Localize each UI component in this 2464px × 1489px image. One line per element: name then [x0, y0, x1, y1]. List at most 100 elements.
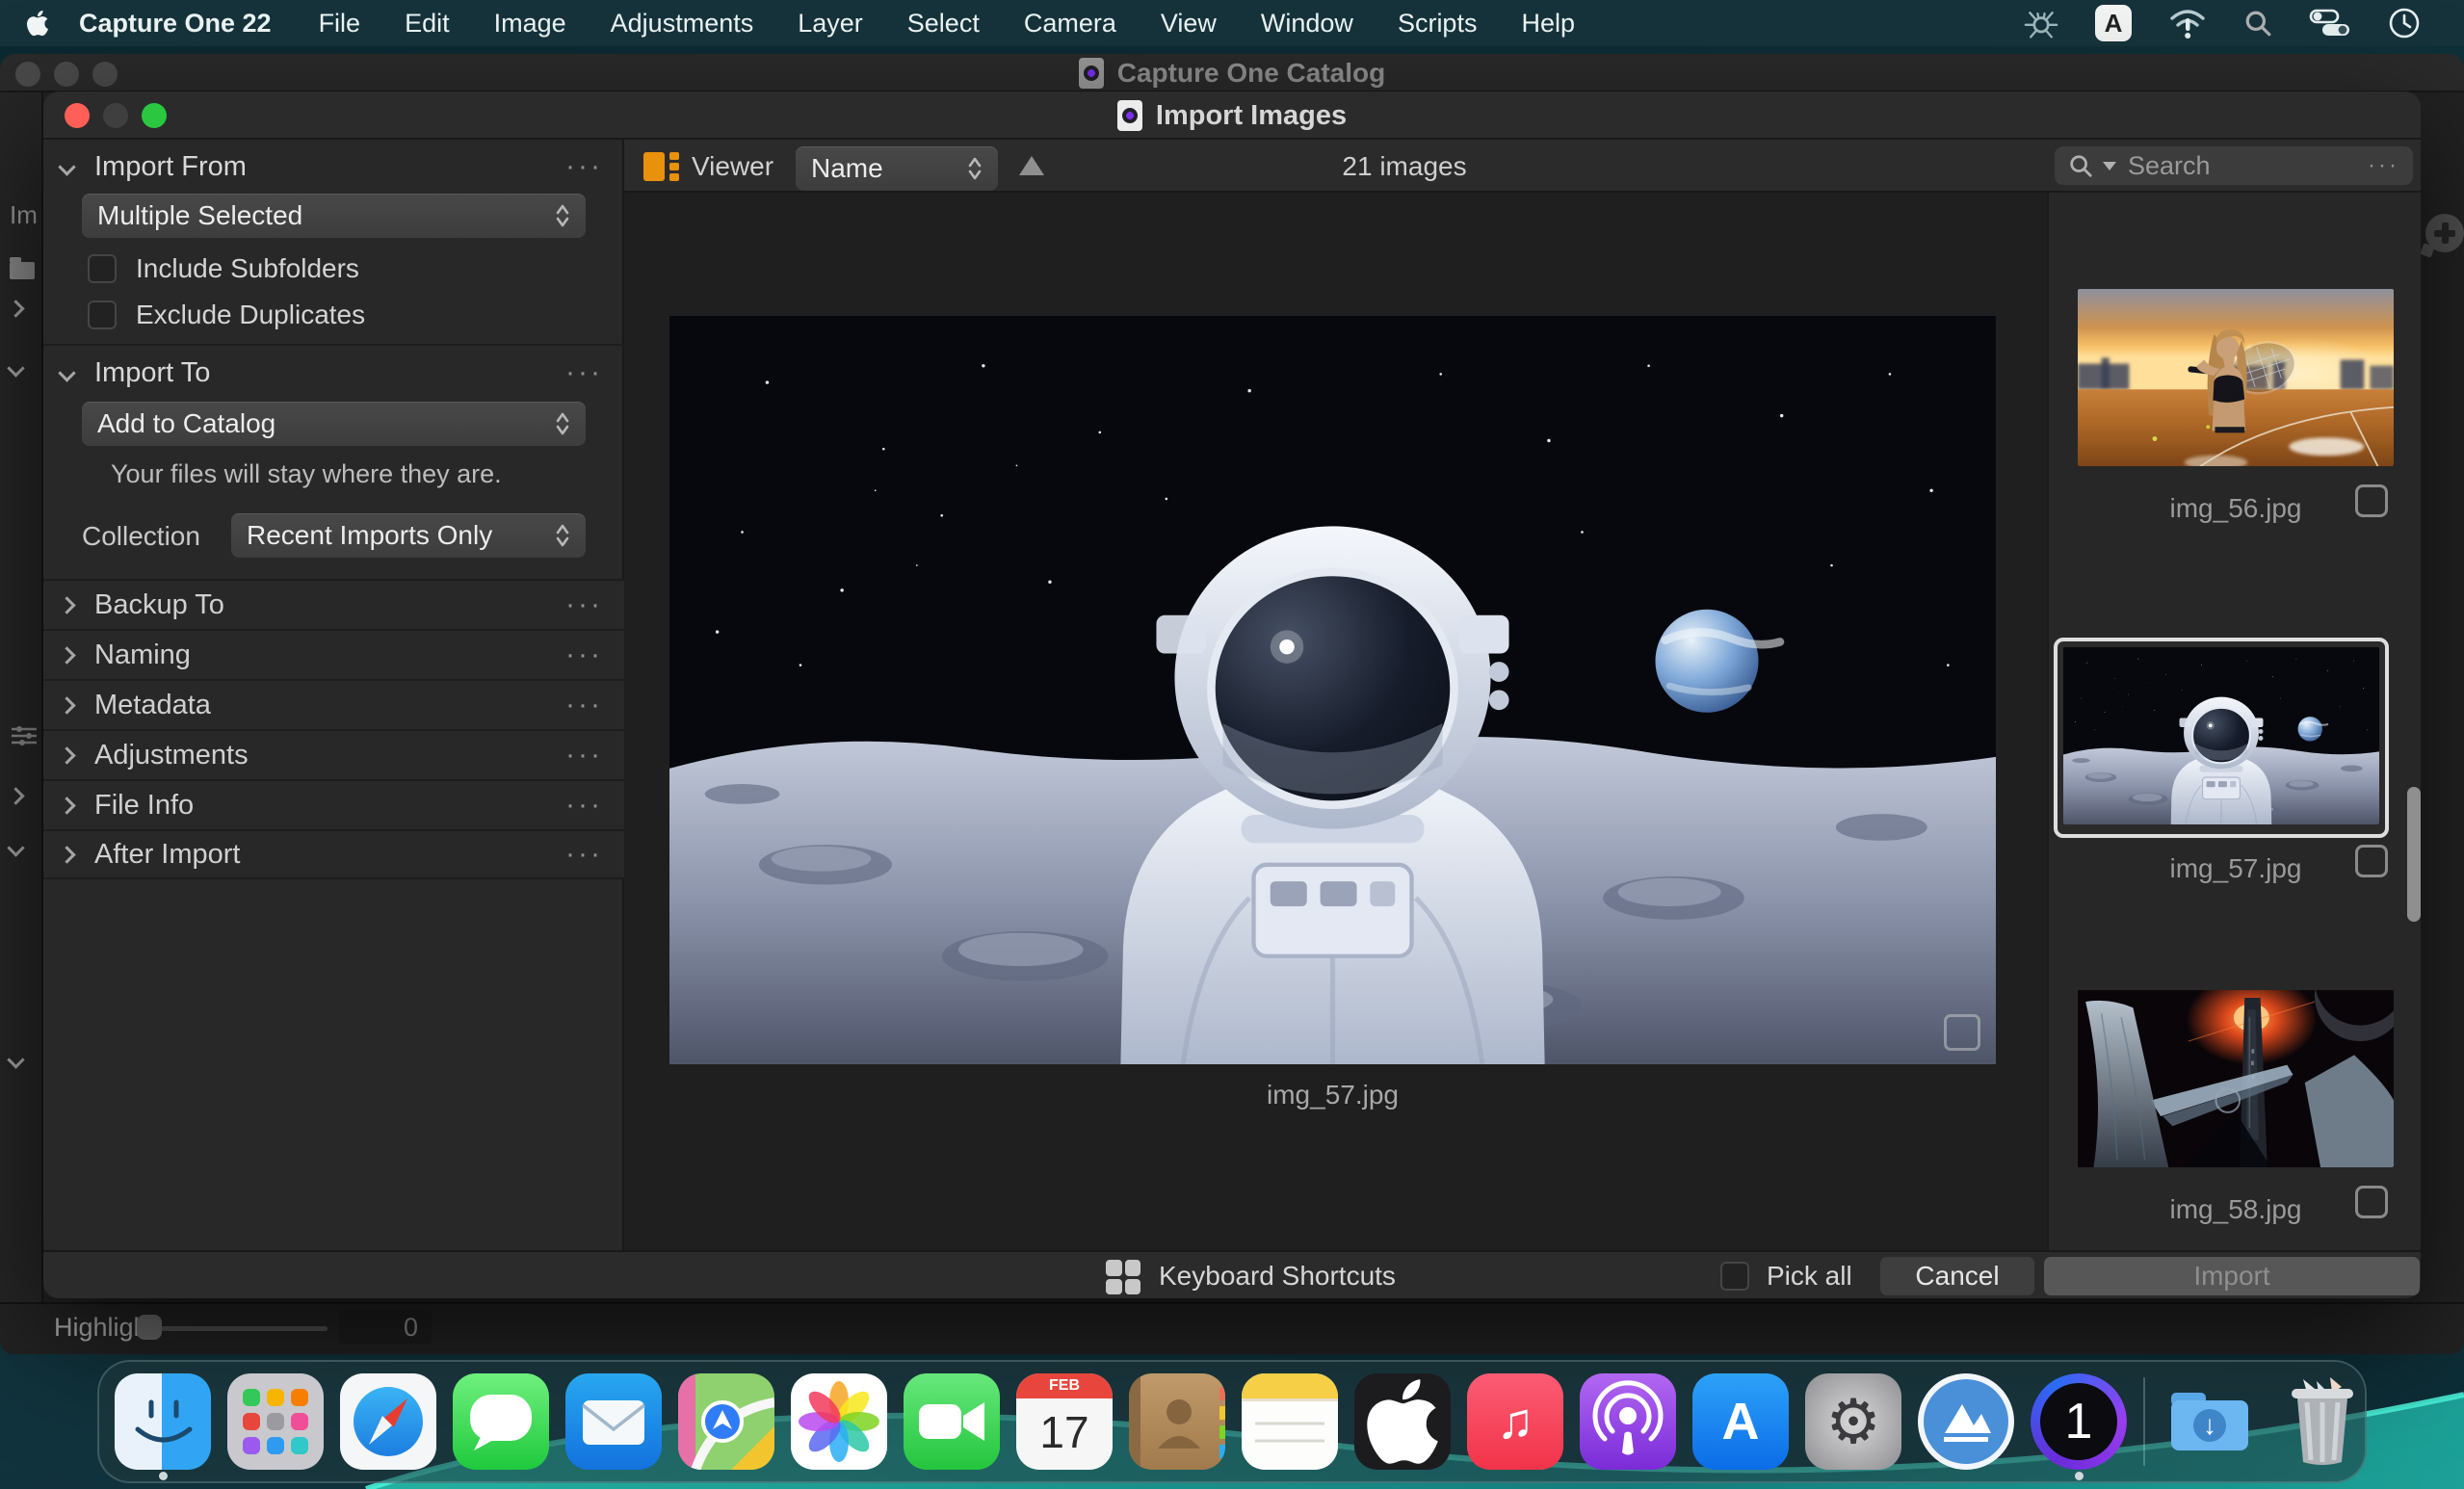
section-import-from[interactable]: Import From ···: [43, 144, 624, 190]
dock-notes-icon[interactable]: [1242, 1373, 1338, 1470]
sliders-icon[interactable]: [10, 724, 39, 747]
menu-select[interactable]: Select: [885, 9, 1002, 39]
section-metadata[interactable]: Metadata ···: [43, 679, 624, 729]
collection-dropdown[interactable]: Recent Imports Only: [231, 513, 586, 558]
section-menu-icon[interactable]: ···: [565, 595, 603, 614]
dock-finder-icon[interactable]: [115, 1373, 211, 1470]
pick-all-checkbox[interactable]: [1720, 1262, 1749, 1291]
menu-adjustments[interactable]: Adjustments: [589, 9, 776, 39]
apple-menu-icon[interactable]: [25, 9, 50, 38]
dock-photos-icon[interactable]: [791, 1373, 887, 1470]
control-center-icon[interactable]: [2309, 9, 2351, 38]
thumbnail-img-57-selected[interactable]: [2054, 638, 2389, 838]
highlight-value[interactable]: 0: [339, 1310, 432, 1345]
antivirus-icon[interactable]: [2024, 6, 2058, 40]
wifi-alert-icon[interactable]: [2168, 7, 2207, 39]
chevron-right-icon[interactable]: [58, 596, 75, 614]
input-source-icon[interactable]: A: [2095, 5, 2132, 41]
dock-app-store-icon[interactable]: A: [1692, 1373, 1789, 1470]
chevron-down-icon[interactable]: [58, 364, 75, 381]
menu-camera[interactable]: Camera: [1002, 9, 1139, 39]
spotlight-icon[interactable]: [2243, 9, 2272, 38]
cancel-button[interactable]: Cancel: [1880, 1257, 2034, 1295]
search-field[interactable]: ···: [2055, 146, 2413, 185]
chevron-right-icon[interactable]: [7, 300, 24, 317]
chevron-down-icon[interactable]: [7, 359, 24, 377]
thumbnail-image[interactable]: [2063, 647, 2379, 824]
dock-music-icon[interactable]: ♫: [1467, 1373, 1563, 1470]
section-menu-icon[interactable]: ···: [565, 695, 603, 715]
section-menu-icon[interactable]: ···: [565, 796, 603, 815]
menu-image[interactable]: Image: [472, 9, 589, 39]
menu-help[interactable]: Help: [1499, 9, 1597, 39]
dock-capture-one-icon[interactable]: 1: [2031, 1373, 2127, 1470]
section-menu-icon[interactable]: ···: [565, 845, 603, 864]
dock-safari-icon[interactable]: [340, 1373, 436, 1470]
section-menu-icon[interactable]: ···: [565, 363, 603, 382]
section-after-import[interactable]: After Import ···: [43, 829, 624, 879]
sort-direction-icon[interactable]: [1019, 156, 1044, 175]
thumbnail-pick-checkbox[interactable]: [2355, 1186, 2388, 1218]
section-naming[interactable]: Naming ···: [43, 629, 624, 679]
add-bubble-icon[interactable]: [2425, 214, 2464, 252]
import-from-dropdown[interactable]: Multiple Selected: [82, 194, 586, 238]
include-subfolders-checkbox[interactable]: [88, 254, 117, 283]
keyboard-shortcuts-icon[interactable]: [1106, 1260, 1140, 1294]
dock-maps-icon[interactable]: [678, 1373, 774, 1470]
highlight-slider-track[interactable]: [144, 1326, 328, 1331]
search-input[interactable]: [2126, 150, 2358, 182]
chevron-right-icon[interactable]: [7, 787, 24, 804]
dock-facetime-icon[interactable]: [904, 1373, 1000, 1470]
dock-mountains-app-icon[interactable]: [1918, 1373, 2014, 1470]
sort-by-dropdown[interactable]: Name: [796, 146, 998, 191]
menu-view[interactable]: View: [1139, 9, 1239, 39]
dock-podcasts-icon[interactable]: [1580, 1373, 1676, 1470]
dock-contacts-icon[interactable]: [1129, 1373, 1225, 1470]
viewer-pick-checkbox[interactable]: [1944, 1014, 1980, 1051]
keyboard-shortcuts-label[interactable]: Keyboard Shortcuts: [1159, 1261, 1396, 1292]
section-menu-icon[interactable]: ···: [565, 645, 603, 665]
chevron-down-icon[interactable]: [7, 839, 24, 856]
section-adjustments[interactable]: Adjustments ···: [43, 729, 624, 779]
folder-icon[interactable]: [10, 262, 35, 279]
clock-icon[interactable]: [2388, 7, 2421, 39]
viewer-image[interactable]: [669, 316, 1996, 1064]
menu-file[interactable]: File: [297, 9, 383, 39]
menu-edit[interactable]: Edit: [382, 9, 472, 39]
section-import-to[interactable]: Import To ···: [43, 350, 624, 396]
thumbnail-pick-checkbox[interactable]: [2355, 845, 2388, 877]
dock-system-preferences-icon[interactable]: ⚙: [1805, 1373, 1901, 1470]
menu-scripts[interactable]: Scripts: [1376, 9, 1500, 39]
dock-downloads-icon[interactable]: ↓: [2162, 1373, 2258, 1470]
dock-mail-icon[interactable]: [565, 1373, 662, 1470]
dock-trash-icon[interactable]: [2274, 1373, 2371, 1470]
menu-window[interactable]: Window: [1239, 9, 1376, 39]
chevron-right-icon[interactable]: [58, 797, 75, 814]
menu-app-name[interactable]: Capture One 22: [50, 9, 297, 39]
chevron-down-icon[interactable]: [7, 1051, 24, 1068]
exclude-duplicates-checkbox[interactable]: [88, 300, 117, 329]
dock-apple-tv-icon[interactable]: tv: [1354, 1373, 1451, 1470]
chevron-right-icon[interactable]: [58, 746, 75, 764]
menu-layer[interactable]: Layer: [775, 9, 885, 39]
chevron-down-icon[interactable]: [58, 158, 75, 175]
browser-scrollbar[interactable]: [2407, 787, 2421, 922]
thumbnail-img-56[interactable]: [2078, 289, 2394, 466]
search-scope-icon[interactable]: [2103, 162, 2116, 170]
import-button[interactable]: Import: [2044, 1257, 2420, 1295]
highlight-slider-knob[interactable]: [137, 1315, 162, 1340]
section-file-info[interactable]: File Info ···: [43, 779, 624, 829]
chevron-right-icon[interactable]: [58, 646, 75, 664]
dock-messages-icon[interactable]: [453, 1373, 549, 1470]
thumbnail-pick-checkbox[interactable]: [2355, 484, 2388, 517]
section-menu-icon[interactable]: ···: [565, 745, 603, 765]
thumbnail-img-58[interactable]: [2078, 990, 2394, 1167]
import-to-dropdown[interactable]: Add to Catalog: [82, 402, 586, 446]
chevron-right-icon[interactable]: [58, 696, 75, 714]
search-options-icon[interactable]: ···: [2368, 156, 2399, 175]
dock-launchpad-icon[interactable]: [227, 1373, 324, 1470]
dock-calendar-icon[interactable]: FEB 17: [1016, 1373, 1113, 1470]
viewer-mode-icon[interactable]: [643, 152, 680, 181]
section-menu-icon[interactable]: ···: [565, 157, 603, 176]
section-backup-to[interactable]: Backup To ···: [43, 579, 624, 629]
